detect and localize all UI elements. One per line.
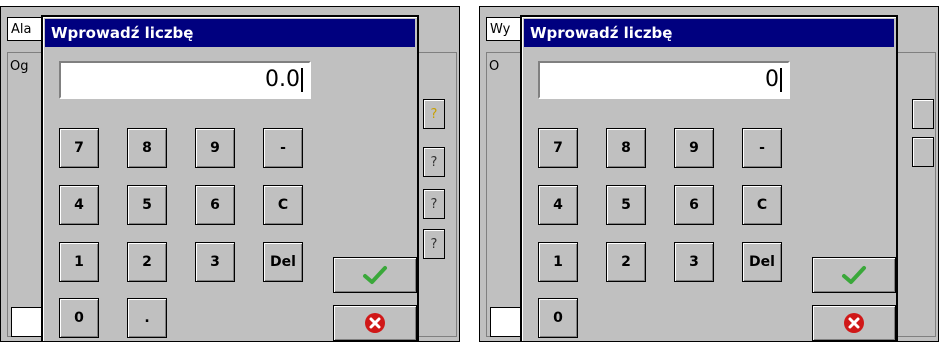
key-5[interactable]: 5 bbox=[606, 185, 646, 225]
checkmark-icon bbox=[842, 266, 866, 284]
help-button[interactable]: ? bbox=[423, 99, 445, 129]
screen-right: Wy O Wprowadź liczbę 0 7 8 9 - 4 5 6 C 1… bbox=[479, 6, 939, 342]
dialog-title: Wprowadź liczbę bbox=[45, 19, 415, 47]
screen-left: Ala Og ? ? ? ? Wprowadź liczbę 0.0 7 8 9… bbox=[0, 6, 460, 342]
cancel-icon bbox=[365, 313, 385, 333]
key-2[interactable]: 2 bbox=[127, 242, 167, 282]
key-7[interactable]: 7 bbox=[59, 128, 99, 168]
checkmark-icon bbox=[363, 266, 387, 284]
number-display[interactable]: 0.0 bbox=[59, 61, 311, 99]
key-minus[interactable]: - bbox=[742, 128, 782, 168]
background-tab[interactable]: Ala bbox=[7, 17, 45, 41]
key-delete[interactable]: Del bbox=[742, 242, 782, 282]
key-2[interactable]: 2 bbox=[606, 242, 646, 282]
key-clear[interactable]: C bbox=[742, 185, 782, 225]
ok-button[interactable] bbox=[333, 257, 417, 293]
key-clear[interactable]: C bbox=[263, 185, 303, 225]
background-tab[interactable]: Wy bbox=[486, 17, 524, 41]
number-display[interactable]: 0 bbox=[538, 61, 790, 99]
text-caret bbox=[780, 68, 782, 92]
key-0[interactable]: 0 bbox=[59, 298, 99, 338]
key-1[interactable]: 1 bbox=[59, 242, 99, 282]
text-caret bbox=[301, 68, 303, 92]
cancel-icon bbox=[844, 313, 864, 333]
number-value: 0 bbox=[765, 67, 779, 92]
key-0[interactable]: 0 bbox=[538, 298, 578, 338]
key-5[interactable]: 5 bbox=[127, 185, 167, 225]
key-6[interactable]: 6 bbox=[195, 185, 235, 225]
cancel-button[interactable] bbox=[333, 305, 417, 341]
side-button[interactable] bbox=[912, 99, 934, 129]
number-input-dialog: Wprowadź liczbę 0.0 7 8 9 - 4 5 6 C 1 2 … bbox=[41, 15, 419, 341]
background-label: Og bbox=[10, 59, 29, 74]
help-button[interactable]: ? bbox=[423, 229, 445, 259]
key-8[interactable]: 8 bbox=[127, 128, 167, 168]
key-8[interactable]: 8 bbox=[606, 128, 646, 168]
background-label: O bbox=[489, 59, 500, 74]
help-button[interactable]: ? bbox=[423, 189, 445, 219]
key-3[interactable]: 3 bbox=[674, 242, 714, 282]
key-minus[interactable]: - bbox=[263, 128, 303, 168]
number-value: 0.0 bbox=[265, 67, 300, 92]
cancel-button[interactable] bbox=[812, 305, 896, 341]
key-3[interactable]: 3 bbox=[195, 242, 235, 282]
key-9[interactable]: 9 bbox=[674, 128, 714, 168]
key-1[interactable]: 1 bbox=[538, 242, 578, 282]
key-7[interactable]: 7 bbox=[538, 128, 578, 168]
key-9[interactable]: 9 bbox=[195, 128, 235, 168]
ok-button[interactable] bbox=[812, 257, 896, 293]
key-decimal[interactable]: . bbox=[127, 298, 167, 338]
key-4[interactable]: 4 bbox=[59, 185, 99, 225]
key-6[interactable]: 6 bbox=[674, 185, 714, 225]
key-delete[interactable]: Del bbox=[263, 242, 303, 282]
key-4[interactable]: 4 bbox=[538, 185, 578, 225]
help-button[interactable]: ? bbox=[423, 147, 445, 177]
dialog-title: Wprowadź liczbę bbox=[524, 19, 894, 47]
number-input-dialog: Wprowadź liczbę 0 7 8 9 - 4 5 6 C 1 2 3 … bbox=[520, 15, 898, 341]
side-button[interactable] bbox=[912, 137, 934, 167]
